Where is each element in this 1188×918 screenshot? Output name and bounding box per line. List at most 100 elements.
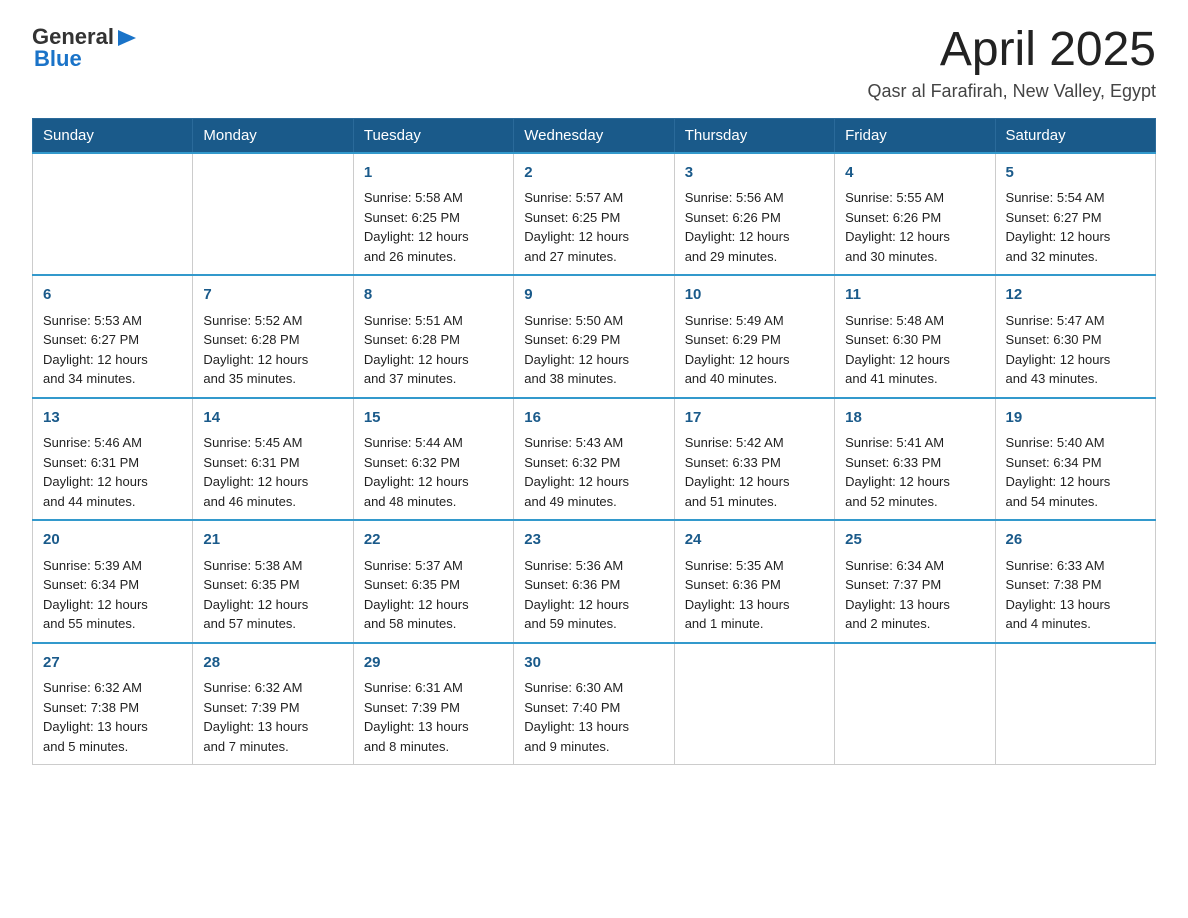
day-info: Sunrise: 5:36 AM bbox=[524, 556, 663, 576]
day-info: and 26 minutes. bbox=[364, 247, 503, 267]
day-info: and 49 minutes. bbox=[524, 492, 663, 512]
day-number: 18 bbox=[845, 407, 984, 430]
calendar-cell: 26Sunrise: 6:33 AMSunset: 7:38 PMDayligh… bbox=[995, 520, 1155, 643]
day-info: and 40 minutes. bbox=[685, 369, 824, 389]
day-info: Sunset: 6:32 PM bbox=[364, 453, 503, 473]
title-block: April 2025 Qasr al Farafirah, New Valley… bbox=[868, 24, 1156, 102]
calendar-cell: 17Sunrise: 5:42 AMSunset: 6:33 PMDayligh… bbox=[674, 398, 834, 521]
day-number: 26 bbox=[1006, 529, 1145, 552]
day-info: Daylight: 12 hours bbox=[364, 472, 503, 492]
day-info: and 59 minutes. bbox=[524, 614, 663, 634]
day-info: and 58 minutes. bbox=[364, 614, 503, 634]
page-header: General Blue April 2025 Qasr al Farafira… bbox=[32, 24, 1156, 102]
day-info: Daylight: 13 hours bbox=[1006, 595, 1145, 615]
day-info: Sunset: 6:36 PM bbox=[685, 575, 824, 595]
calendar-cell: 4Sunrise: 5:55 AMSunset: 6:26 PMDaylight… bbox=[835, 153, 995, 276]
calendar-cell: 10Sunrise: 5:49 AMSunset: 6:29 PMDayligh… bbox=[674, 275, 834, 398]
day-info: and 35 minutes. bbox=[203, 369, 342, 389]
day-info: Sunset: 6:29 PM bbox=[524, 330, 663, 350]
day-info: Sunrise: 5:35 AM bbox=[685, 556, 824, 576]
day-info: and 8 minutes. bbox=[364, 737, 503, 757]
day-info: Sunrise: 5:45 AM bbox=[203, 433, 342, 453]
day-info: Daylight: 13 hours bbox=[524, 717, 663, 737]
day-info: Daylight: 12 hours bbox=[845, 350, 984, 370]
day-info: and 38 minutes. bbox=[524, 369, 663, 389]
day-number: 17 bbox=[685, 407, 824, 430]
day-info: Sunrise: 5:52 AM bbox=[203, 311, 342, 331]
day-info: Sunset: 6:35 PM bbox=[203, 575, 342, 595]
day-info: Sunset: 7:39 PM bbox=[364, 698, 503, 718]
day-number: 12 bbox=[1006, 284, 1145, 307]
day-info: and 52 minutes. bbox=[845, 492, 984, 512]
day-info: Daylight: 12 hours bbox=[685, 227, 824, 247]
day-info: Daylight: 12 hours bbox=[43, 595, 182, 615]
day-info: and 2 minutes. bbox=[845, 614, 984, 634]
calendar-cell: 29Sunrise: 6:31 AMSunset: 7:39 PMDayligh… bbox=[353, 643, 513, 765]
day-info: Daylight: 12 hours bbox=[845, 472, 984, 492]
day-number: 24 bbox=[685, 529, 824, 552]
day-info: Sunset: 6:34 PM bbox=[43, 575, 182, 595]
day-info: Sunset: 6:25 PM bbox=[524, 208, 663, 228]
day-info: Sunrise: 5:40 AM bbox=[1006, 433, 1145, 453]
day-info: Daylight: 12 hours bbox=[1006, 227, 1145, 247]
day-info: Daylight: 12 hours bbox=[364, 350, 503, 370]
calendar-week-row: 27Sunrise: 6:32 AMSunset: 7:38 PMDayligh… bbox=[33, 643, 1156, 765]
day-info: Sunrise: 5:56 AM bbox=[685, 188, 824, 208]
day-info: Sunrise: 5:43 AM bbox=[524, 433, 663, 453]
calendar-cell: 25Sunrise: 6:34 AMSunset: 7:37 PMDayligh… bbox=[835, 520, 995, 643]
day-info: Sunrise: 6:33 AM bbox=[1006, 556, 1145, 576]
day-number: 7 bbox=[203, 284, 342, 307]
day-info: Sunrise: 5:58 AM bbox=[364, 188, 503, 208]
calendar-cell bbox=[995, 643, 1155, 765]
day-info: and 48 minutes. bbox=[364, 492, 503, 512]
calendar-cell: 28Sunrise: 6:32 AMSunset: 7:39 PMDayligh… bbox=[193, 643, 353, 765]
day-info: Daylight: 13 hours bbox=[43, 717, 182, 737]
day-info: and 4 minutes. bbox=[1006, 614, 1145, 634]
day-info: Daylight: 12 hours bbox=[685, 472, 824, 492]
day-info: Sunset: 6:31 PM bbox=[203, 453, 342, 473]
day-info: Sunset: 7:38 PM bbox=[43, 698, 182, 718]
day-number: 11 bbox=[845, 284, 984, 307]
day-number: 28 bbox=[203, 652, 342, 675]
logo-text-blue: Blue bbox=[34, 46, 82, 72]
calendar-cell: 19Sunrise: 5:40 AMSunset: 6:34 PMDayligh… bbox=[995, 398, 1155, 521]
day-info: Sunset: 6:25 PM bbox=[364, 208, 503, 228]
day-info: and 55 minutes. bbox=[43, 614, 182, 634]
day-info: Daylight: 12 hours bbox=[524, 227, 663, 247]
day-info: Sunrise: 5:57 AM bbox=[524, 188, 663, 208]
calendar-cell: 24 Sunrise: 5:35 AMSunset: 6:36 PMDayligh… bbox=[674, 520, 834, 643]
calendar-cell bbox=[674, 643, 834, 765]
day-info: Daylight: 13 hours bbox=[685, 595, 824, 615]
calendar-cell: 9Sunrise: 5:50 AMSunset: 6:29 PMDaylight… bbox=[514, 275, 674, 398]
day-info: Daylight: 12 hours bbox=[524, 350, 663, 370]
calendar-cell bbox=[835, 643, 995, 765]
calendar-day-header: Tuesday bbox=[353, 118, 513, 153]
calendar-day-header: Friday bbox=[835, 118, 995, 153]
day-info: Sunrise: 5:42 AM bbox=[685, 433, 824, 453]
day-info: Sunrise: 6:32 AM bbox=[203, 678, 342, 698]
day-number: 2 bbox=[524, 162, 663, 185]
day-info: Sunset: 7:40 PM bbox=[524, 698, 663, 718]
day-info: Daylight: 12 hours bbox=[845, 227, 984, 247]
day-info: Sunrise: 5:49 AM bbox=[685, 311, 824, 331]
calendar-cell: 16Sunrise: 5:43 AMSunset: 6:32 PMDayligh… bbox=[514, 398, 674, 521]
calendar-cell: 3Sunrise: 5:56 AMSunset: 6:26 PMDaylight… bbox=[674, 153, 834, 276]
day-info: Sunset: 6:27 PM bbox=[43, 330, 182, 350]
day-info: Sunset: 7:39 PM bbox=[203, 698, 342, 718]
day-info: Sunrise: 5:48 AM bbox=[845, 311, 984, 331]
day-info: Daylight: 12 hours bbox=[364, 227, 503, 247]
calendar-cell: 7Sunrise: 5:52 AMSunset: 6:28 PMDaylight… bbox=[193, 275, 353, 398]
calendar-day-header: Monday bbox=[193, 118, 353, 153]
calendar-day-header: Saturday bbox=[995, 118, 1155, 153]
day-info: Daylight: 12 hours bbox=[203, 350, 342, 370]
day-info: Sunset: 6:30 PM bbox=[1006, 330, 1145, 350]
day-info: and 7 minutes. bbox=[203, 737, 342, 757]
calendar-cell: 11Sunrise: 5:48 AMSunset: 6:30 PMDayligh… bbox=[835, 275, 995, 398]
day-info: Sunrise: 5:41 AM bbox=[845, 433, 984, 453]
day-info: Sunset: 7:37 PM bbox=[845, 575, 984, 595]
day-number: 15 bbox=[364, 407, 503, 430]
day-info: Sunset: 6:26 PM bbox=[685, 208, 824, 228]
calendar-cell: 6Sunrise: 5:53 AMSunset: 6:27 PMDaylight… bbox=[33, 275, 193, 398]
day-number: 1 bbox=[364, 162, 503, 185]
day-info: and 5 minutes. bbox=[43, 737, 182, 757]
